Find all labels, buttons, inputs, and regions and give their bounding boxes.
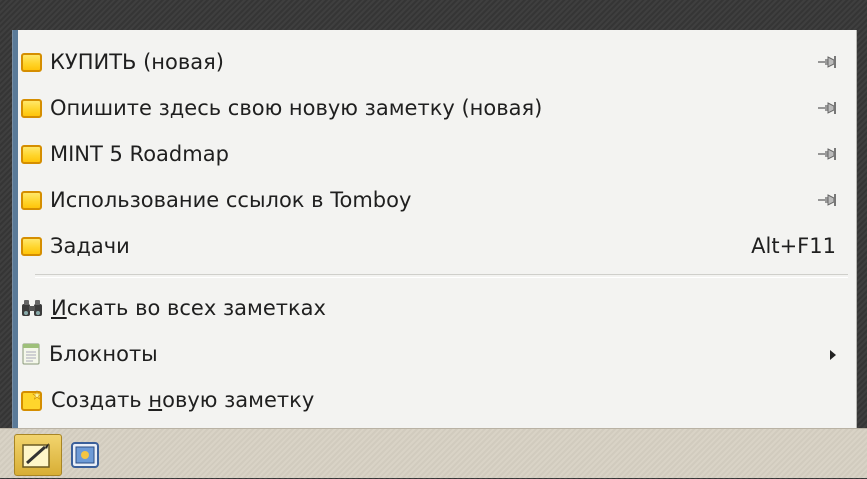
- note-title: Использование ссылок в Tomboy: [50, 188, 412, 212]
- tomboy-icon: [22, 443, 50, 468]
- notebooks-item[interactable]: Блокноты: [21, 332, 848, 376]
- menu-separator: [35, 274, 848, 278]
- keyboard-shortcut: Alt+F11: [751, 234, 836, 258]
- screenshot-icon: [71, 442, 99, 468]
- notebook-icon: [22, 343, 40, 365]
- tomboy-notes-menu: КУПИТЬ (новая) Опишите здесь свою новую …: [12, 30, 857, 428]
- pin-icon[interactable]: [818, 100, 838, 116]
- pin-icon[interactable]: [818, 54, 838, 70]
- search-all-notes-item[interactable]: Искать во всех заметках: [21, 286, 848, 330]
- notebooks-label: Блокноты: [49, 342, 158, 366]
- desktop-background: [0, 0, 867, 30]
- note-icon: [21, 236, 42, 256]
- menu-item-note-4[interactable]: Задачи Alt+F11: [21, 224, 848, 268]
- bottom-panel: [0, 428, 867, 478]
- note-icon: [21, 144, 42, 164]
- binoculars-icon: [22, 300, 42, 316]
- create-new-note-item[interactable]: Создать новую заметку: [21, 378, 848, 422]
- note-icon: [21, 98, 42, 118]
- new-note-icon: [21, 389, 42, 411]
- submenu-arrow-icon: [830, 350, 836, 360]
- note-title: Опишите здесь свою новую заметку (новая): [50, 96, 543, 120]
- note-title: Задачи: [50, 234, 130, 258]
- menu-item-note-1[interactable]: Опишите здесь свою новую заметку (новая): [21, 86, 848, 130]
- screenshot-applet-button[interactable]: [66, 438, 110, 474]
- menu-item-note-3[interactable]: Использование ссылок в Tomboy: [21, 178, 848, 222]
- note-icon: [21, 190, 42, 210]
- create-note-label: Создать новую заметку: [51, 388, 315, 412]
- tomboy-applet-button[interactable]: [14, 434, 62, 476]
- note-title: КУПИТЬ (новая): [50, 50, 224, 74]
- pin-icon[interactable]: [818, 192, 838, 208]
- note-icon: [21, 52, 42, 72]
- menu-item-note-0[interactable]: КУПИТЬ (новая): [21, 40, 848, 84]
- menu-item-note-2[interactable]: MINT 5 Roadmap: [21, 132, 848, 176]
- pin-icon[interactable]: [818, 146, 838, 162]
- note-title: MINT 5 Roadmap: [50, 142, 229, 166]
- search-all-label: Искать во всех заметках: [51, 296, 326, 320]
